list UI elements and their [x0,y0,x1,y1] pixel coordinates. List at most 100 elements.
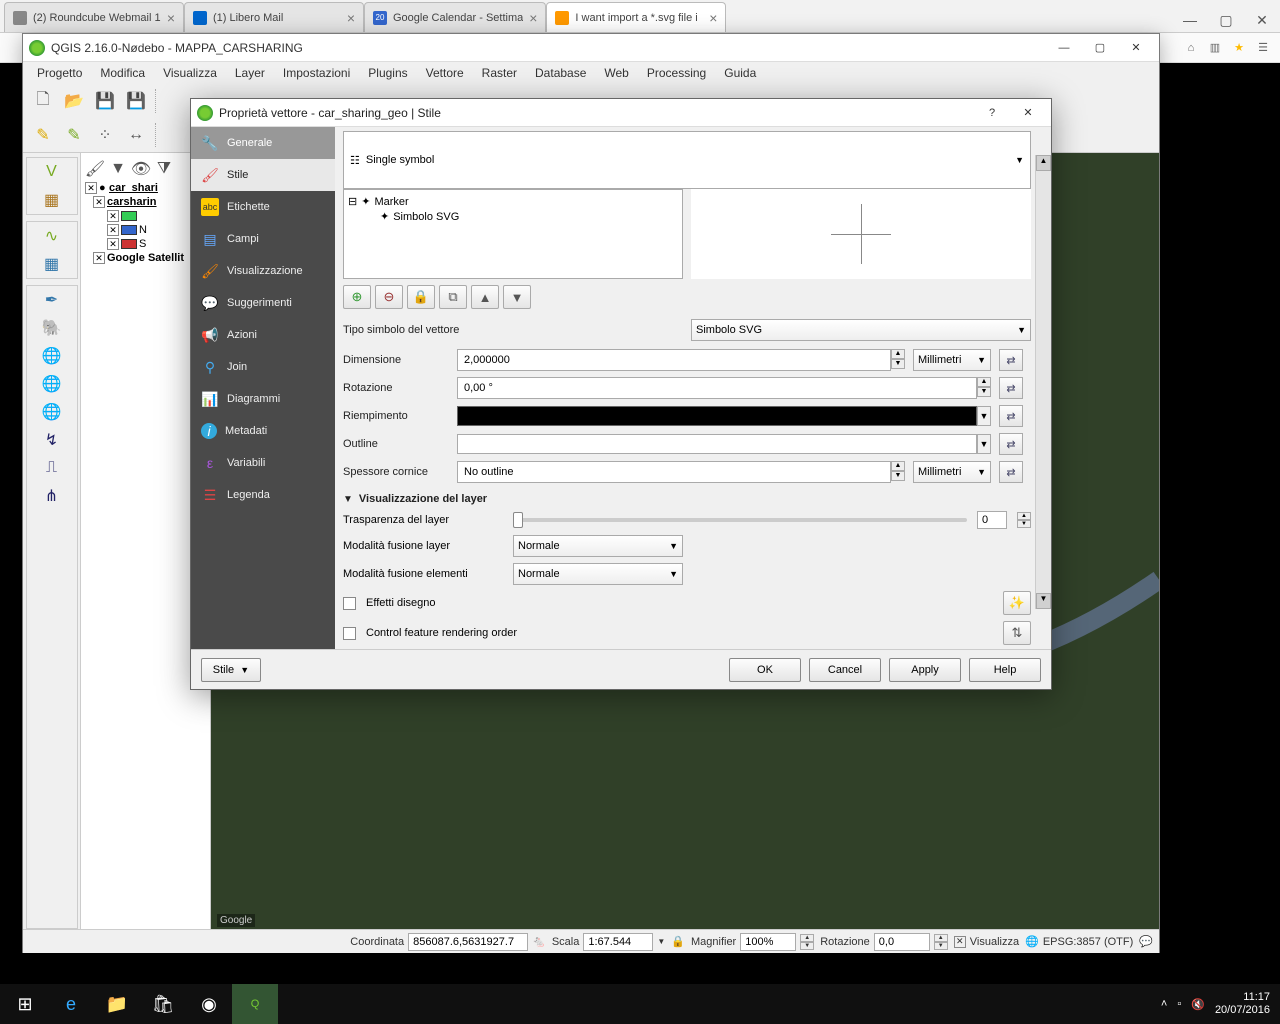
data-defined-button[interactable]: ⇄ [999,405,1023,427]
menu-layer[interactable]: Layer [227,64,273,82]
sidebar-item-diagrammi[interactable]: 📊Diagrammi [191,383,335,415]
symbol-layer-tree[interactable]: ⊟✦Marker ✦Simbolo SVG [343,189,683,279]
checkbox-icon[interactable]: ✕ [85,182,97,194]
chrome-icon[interactable]: ◉ [186,984,232,1024]
stack-icon[interactable]: ▥ [1206,39,1224,57]
close-icon[interactable]: × [167,10,175,26]
qgis-titlebar[interactable]: QGIS 2.16.0-Nødebo - MAPPA_CARSHARING — … [23,34,1159,62]
add-raster-icon[interactable]: ▦ [40,252,64,276]
polyline-icon[interactable]: ⋔ [40,484,64,508]
tray-up-icon[interactable]: ˄ [1161,998,1167,1010]
tree-item-svg[interactable]: Simbolo SVG [393,211,459,223]
order-button[interactable]: ⇅ [1003,621,1031,645]
lock-icon[interactable]: 🔒 [671,935,685,948]
checkbox-icon[interactable]: ✕ [107,224,119,236]
remove-symbol-layer-button[interactable]: ⊖ [375,285,403,309]
scale-input[interactable] [583,933,653,951]
tree-item-marker[interactable]: Marker [374,196,408,208]
render-checkbox[interactable]: ✕ [954,936,966,948]
menu-processing[interactable]: Processing [639,64,714,82]
menu-progetto[interactable]: Progetto [29,64,90,82]
cancel-button[interactable]: Cancel [809,658,881,682]
raster-layer-icon[interactable]: ▦ [40,188,64,212]
browser-tab[interactable]: (1) Libero Mail × [184,2,364,32]
maximize-button[interactable]: ▢ [1083,38,1117,58]
home-icon[interactable]: ⌂ [1182,39,1200,57]
sidebar-item-visualizzazione[interactable]: 🖌Visualizzazione [191,255,335,287]
close-button[interactable]: ✕ [1119,38,1153,58]
apply-button[interactable]: Apply [889,658,961,682]
spin-down[interactable]: ▼ [1017,520,1031,528]
menu-impostazioni[interactable]: Impostazioni [275,64,358,82]
sidebar-item-legenda[interactable]: ☰Legenda [191,479,335,511]
funnel-icon[interactable]: ⧩ [154,159,174,179]
db-icon[interactable]: 🐘 [40,316,64,340]
layer-item[interactable]: ✕ Google Satellit [85,251,206,265]
spin-up[interactable]: ▲ [891,349,905,359]
save-icon[interactable]: 💾 [91,87,119,115]
layer-item[interactable]: ✕ S [85,237,206,251]
outline-color-button[interactable] [457,434,977,454]
open-icon[interactable]: 📂 [60,87,88,115]
checkbox-icon[interactable]: ✕ [93,196,105,208]
menu-modifica[interactable]: Modifica [92,64,153,82]
pencil-icon[interactable]: ✎ [29,121,57,149]
browser-tab[interactable]: (2) Roundcube Webmail 1 × [4,2,184,32]
spin-up[interactable]: ▲ [891,461,905,471]
menu-database[interactable]: Database [527,64,594,82]
clock[interactable]: 11:17 20/07/2016 [1215,991,1270,1017]
spin-down[interactable]: ▼ [977,387,991,397]
dropdown-icon[interactable]: ▼ [977,406,991,426]
menu-web[interactable]: Web [596,64,636,82]
outline-unit-select[interactable]: Millimetri▼ [913,461,991,483]
spin-down[interactable]: ▼ [891,359,905,369]
data-defined-button[interactable]: ⇄ [999,433,1023,455]
spin-up[interactable]: ▲ [977,377,991,387]
new-project-icon[interactable]: 🗋 [29,87,57,115]
renderer-type-select[interactable]: ☷ Single symbol ▼ [343,131,1031,189]
checkbox-icon[interactable]: ✕ [107,210,119,222]
nodes-icon[interactable]: ↯ [40,428,64,452]
log-icon[interactable]: 💬 [1139,935,1153,948]
vector-layer-icon[interactable]: V [40,160,64,184]
sidebar-item-suggerimenti[interactable]: 💬Suggerimenti [191,287,335,319]
move-down-button[interactable]: ▼ [503,285,531,309]
minimize-button[interactable]: — [1047,38,1081,58]
checkbox-icon[interactable]: ✕ [93,252,105,264]
dropdown-icon[interactable]: ▼ [977,434,991,454]
close-icon[interactable]: × [709,10,717,26]
symbol-type-select[interactable]: Simbolo SVG▼ [691,319,1031,341]
star-icon[interactable]: ★ [1230,39,1248,57]
crs-icon[interactable]: 🌐 [1025,935,1039,948]
dialog-scrollbar[interactable]: ▲ ▼ [1035,155,1051,609]
rotation-input[interactable] [457,377,977,399]
checkbox-icon[interactable]: ✕ [107,238,119,250]
size-input[interactable] [457,349,891,371]
edit-icon[interactable]: ✎ [60,121,88,149]
qgis-taskbar-icon[interactable]: Q [232,984,278,1024]
globe3-icon[interactable]: 🌐 [40,400,64,424]
spin-down[interactable]: ▼ [891,471,905,481]
sidebar-item-join[interactable]: ⚲Join [191,351,335,383]
blend-layer-select[interactable]: Normale▼ [513,535,683,557]
add-symbol-layer-button[interactable]: ⊕ [343,285,371,309]
sidebar-item-metadati[interactable]: iMetadati [191,415,335,447]
rotation-input[interactable] [874,933,930,951]
browser-tab-active[interactable]: I want import a *.svg file i × [546,2,726,32]
network-icon[interactable]: ▫ [1177,998,1181,1010]
speaker-icon[interactable]: 🔇 [1191,998,1205,1011]
eye-icon[interactable]: 👁 [131,159,151,179]
graph-icon[interactable]: ⎍ [40,456,64,480]
style-menu-button[interactable]: Stile ▼ [201,658,261,682]
sidebar-item-etichette[interactable]: abcEtichette [191,191,335,223]
data-defined-button[interactable]: ⇄ [999,377,1023,399]
sidebar-item-variabili[interactable]: εVariabili [191,447,335,479]
extent-icon[interactable]: 🐁 [532,935,546,948]
edge-icon[interactable]: e [48,984,94,1024]
minimize-button[interactable]: — [1172,8,1208,32]
menu-raster[interactable]: Raster [474,64,525,82]
outline-width-input[interactable] [457,461,891,483]
move-up-button[interactable]: ▲ [471,285,499,309]
add-vector-icon[interactable]: ∿ [40,224,64,248]
coord-input[interactable] [408,933,528,951]
